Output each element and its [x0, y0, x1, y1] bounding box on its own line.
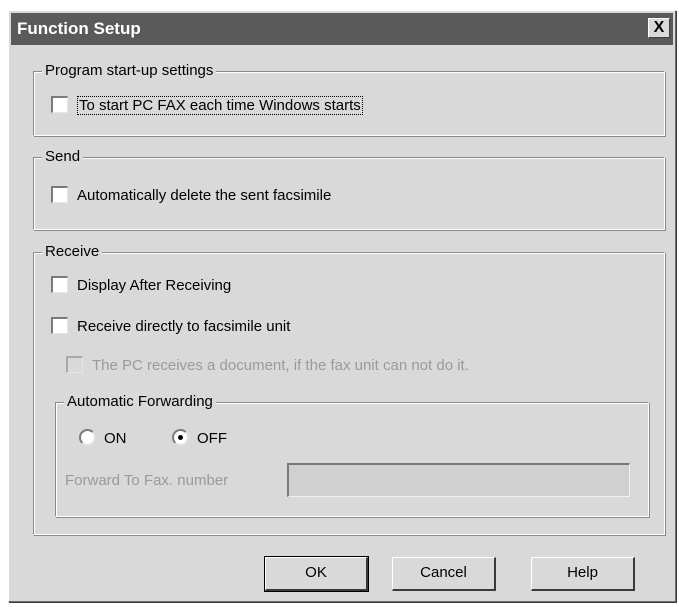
- function-setup-dialog: Function Setup X Program start-up settin…: [8, 10, 676, 602]
- receive-direct-checkbox[interactable]: Receive directly to facsimile unit: [51, 317, 290, 337]
- radio-circle[interactable]: [79, 429, 96, 447]
- receive-legend: Receive: [42, 242, 103, 262]
- receive-direct-label: Receive directly to facsimile unit: [77, 318, 291, 335]
- forwarding-group: Automatic Forwarding: [55, 392, 649, 517]
- pc-receives-checkbox[interactable]: The PC receives a document, if the fax u…: [66, 356, 469, 376]
- checkbox-box[interactable]: [51, 317, 68, 335]
- forward-off-label: OFF: [197, 430, 227, 447]
- forward-fax-number-input[interactable]: [287, 463, 630, 497]
- checkbox-box[interactable]: [51, 96, 68, 114]
- forward-on-label: ON: [104, 430, 127, 447]
- radio-circle-selected[interactable]: [172, 429, 189, 447]
- startup-legend: Program start-up settings: [42, 61, 217, 81]
- forward-off-radio[interactable]: OFF: [172, 429, 227, 449]
- send-legend: Send: [42, 147, 84, 167]
- checkbox-box[interactable]: [66, 356, 83, 374]
- close-button[interactable]: X: [648, 18, 670, 38]
- title-bar[interactable]: Function Setup X: [11, 13, 673, 45]
- auto-delete-label: Automatically delete the sent facsimile: [77, 187, 332, 204]
- auto-delete-checkbox[interactable]: Automatically delete the sent facsimile: [51, 186, 331, 206]
- display-after-checkbox[interactable]: Display After Receiving: [51, 276, 231, 296]
- start-with-windows-label: To start PC FAX each time Windows starts: [77, 96, 363, 115]
- help-button[interactable]: Help: [531, 557, 635, 591]
- pc-receives-label: The PC receives a document, if the fax u…: [92, 357, 469, 374]
- forward-to-label: Forward To Fax. number: [65, 472, 229, 489]
- close-icon: X: [653, 19, 665, 36]
- window-title: Function Setup: [17, 19, 141, 38]
- start-with-windows-checkbox[interactable]: To start PC FAX each time Windows starts: [51, 96, 363, 116]
- forward-on-radio[interactable]: ON: [79, 429, 127, 449]
- checkbox-box[interactable]: [51, 276, 68, 294]
- forwarding-legend: Automatic Forwarding: [64, 392, 216, 412]
- checkbox-box[interactable]: [51, 186, 68, 204]
- ok-button[interactable]: OK: [264, 556, 369, 592]
- display-after-label: Display After Receiving: [77, 277, 232, 294]
- cancel-button[interactable]: Cancel: [392, 557, 496, 591]
